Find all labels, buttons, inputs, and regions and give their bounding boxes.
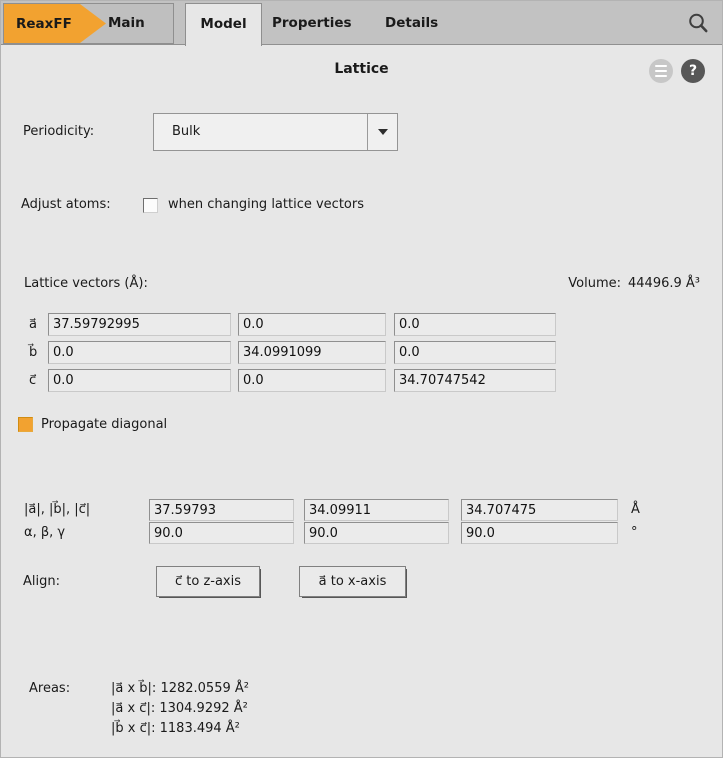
reaxff-badge: ReaxFF [4,4,106,43]
length-unit-label: Å [631,499,640,521]
tab-main-label: Main [108,4,145,43]
vector-b-z-input[interactable] [394,341,556,364]
tab-main[interactable]: ReaxFF Main [3,3,174,44]
angle-beta-input[interactable] [304,522,449,544]
vector-c-label: c⃗ [29,369,49,392]
vector-a-z-input[interactable] [394,313,556,336]
propagate-diagonal-checkbox[interactable] [18,417,33,432]
lattice-panel: ReaxFF Main Model Properties Details Lat… [0,0,723,758]
vector-a-label: a⃗ [29,313,49,336]
periodicity-label: Periodicity: [23,113,94,151]
angles-label: α, β, γ [24,522,65,544]
area-bc-value: |b⃗ x c⃗|: 1183.494 Å² [111,719,249,739]
dropdown-arrow-button[interactable] [367,114,397,150]
help-icon[interactable]: ? [681,59,705,83]
degree-unit-label: ° [631,522,638,544]
tab-properties-label: Properties [272,15,352,31]
propagate-diagonal-label: Propagate diagonal [41,417,167,433]
lattice-vectors-label: Lattice vectors (Å): [24,275,148,293]
magnitude-b-input[interactable] [304,499,449,521]
menu-icon[interactable] [649,59,673,83]
vector-b-x-input[interactable] [48,341,231,364]
tab-model[interactable]: Model [185,3,262,46]
search-icon[interactable] [687,12,709,34]
adjust-atoms-caption: when changing lattice vectors [168,196,364,214]
vector-c-z-input[interactable] [394,369,556,392]
vector-b-y-input[interactable] [238,341,386,364]
vector-b-label: b⃗ [29,341,49,364]
adjust-atoms-checkbox[interactable] [143,198,158,213]
tab-details[interactable]: Details [385,3,438,44]
chevron-down-icon [378,129,388,135]
area-ac-value: |a⃗ x c⃗|: 1304.9292 Å² [111,699,249,719]
page-title: Lattice [1,61,722,77]
magnitude-c-input[interactable] [461,499,618,521]
volume-readout: Volume: 44496.9 Å³ [568,275,700,293]
area-ab-value: |a⃗ x b⃗|: 1282.0559 Å² [111,679,249,699]
align-c-to-z-button[interactable]: c⃗ to z-axis [156,566,260,597]
tab-model-label: Model [200,16,246,32]
tab-details-label: Details [385,15,438,31]
vector-a-x-input[interactable] [48,313,231,336]
align-a-to-x-button[interactable]: a⃗ to x-axis [299,566,406,597]
volume-value: 44496.9 Å³ [628,276,700,291]
vector-a-y-input[interactable] [238,313,386,336]
periodicity-select[interactable]: Bulk [153,113,398,151]
areas-readout: |a⃗ x b⃗|: 1282.0559 Å² |a⃗ x c⃗|: 1304.… [111,679,249,739]
magnitude-a-input[interactable] [149,499,294,521]
help-icon-glyph: ? [689,63,697,79]
align-label: Align: [23,566,60,598]
magnitudes-label: |a⃗|, |b⃗|, |c⃗| [24,499,90,521]
tab-bar: ReaxFF Main Model Properties Details [1,1,722,45]
vector-c-x-input[interactable] [48,369,231,392]
vector-c-y-input[interactable] [238,369,386,392]
areas-label: Areas: [29,679,70,699]
angle-alpha-input[interactable] [149,522,294,544]
tab-properties[interactable]: Properties [272,3,352,44]
angle-gamma-input[interactable] [461,522,618,544]
volume-label: Volume: [568,276,621,291]
reaxff-badge-label: ReaxFF [16,16,72,32]
adjust-atoms-label: Adjust atoms: [21,196,111,214]
periodicity-selected-value: Bulk [172,114,200,150]
